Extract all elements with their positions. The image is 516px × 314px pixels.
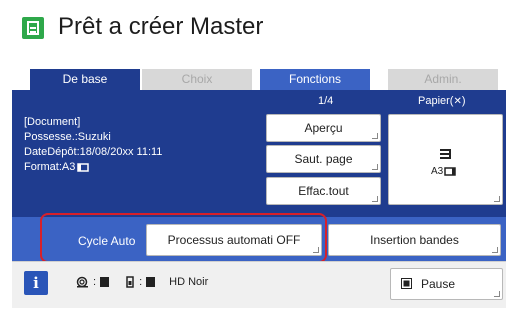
- header: Prêt a créer Master: [0, 0, 516, 58]
- tab-choix[interactable]: Choix: [142, 69, 252, 90]
- tab-de-base[interactable]: De base: [30, 69, 140, 90]
- drum-color-swatch: [100, 277, 110, 287]
- document-info: [Document] Possesse.:Suzuki DateDépôt:18…: [24, 115, 162, 175]
- paper-size-label: A3: [431, 166, 444, 177]
- paper-type-icon: ✕: [453, 96, 462, 107]
- ink-icon: [126, 276, 134, 288]
- page-skip-button[interactable]: Saut. page: [266, 145, 381, 173]
- tab-admin[interactable]: Admin.: [388, 69, 498, 90]
- page-title: Prêt a créer Master: [58, 13, 264, 40]
- ink-color-swatch: [146, 277, 156, 287]
- document-heading: [Document]: [24, 116, 81, 128]
- document-format: Format:A3: [24, 161, 76, 173]
- clear-all-button[interactable]: Effac.tout: [266, 177, 381, 205]
- page-counter: 1/4: [318, 95, 334, 107]
- tab-fonctions[interactable]: Fonctions: [260, 69, 370, 90]
- insertion-strips-button[interactable]: Insertion bandes: [328, 224, 501, 256]
- paper-label: Papier(✕): [418, 95, 466, 107]
- preview-button[interactable]: Aperçu: [266, 114, 381, 142]
- pause-button[interactable]: Pause: [390, 268, 503, 300]
- paper-size-button[interactable]: A3: [388, 114, 503, 205]
- info-button[interactable]: i: [24, 271, 48, 295]
- document-owner: Possesse.:Suzuki: [24, 131, 111, 143]
- document-date: DateDépôt:18/08/20xx 11:11: [24, 146, 163, 158]
- status-info: : : HD Noir: [76, 276, 208, 288]
- ink-name: HD Noir: [169, 276, 209, 288]
- drum-separator: :: [93, 276, 97, 288]
- paper-tray-icon: [440, 149, 451, 159]
- pause-icon: [401, 278, 412, 289]
- highlight-outline: [40, 213, 327, 263]
- ink-separator: :: [139, 276, 143, 288]
- landscape-paper-icon: [77, 163, 90, 172]
- drum-icon: [76, 276, 88, 288]
- landscape-paper-icon: [444, 167, 456, 176]
- master-sheet-icon: [22, 17, 44, 39]
